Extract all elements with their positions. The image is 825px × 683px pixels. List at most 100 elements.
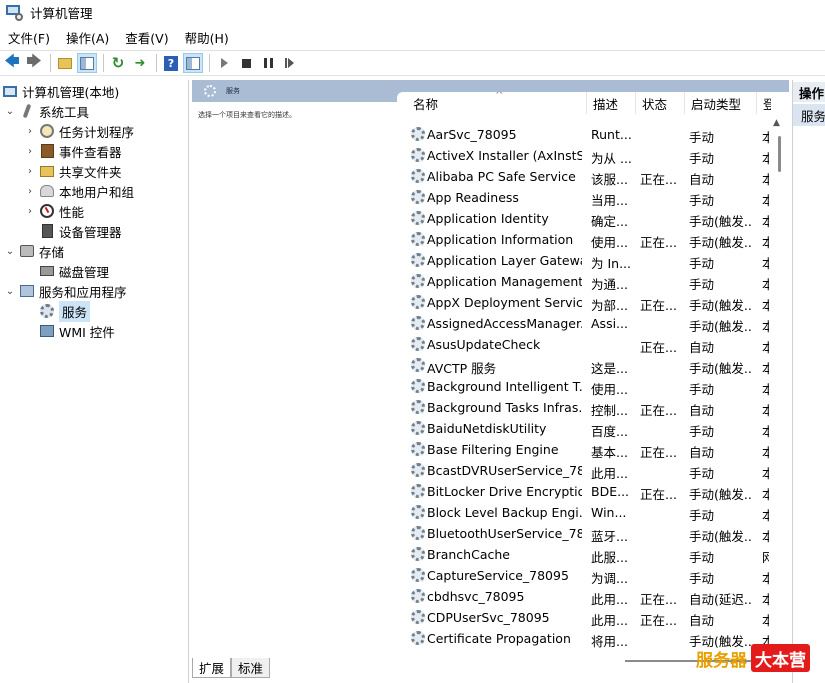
- table-row[interactable]: BluetoothUserService_78... 蓝牙... 手动(触发... 本: [397, 524, 772, 545]
- service-name: BluetoothUserService_78...: [427, 526, 582, 541]
- menu-help[interactable]: 帮助(H): [177, 28, 237, 47]
- service-gear-icon: [411, 463, 425, 477]
- service-name: ActiveX Installer (AxInstSV): [427, 148, 582, 163]
- table-row[interactable]: Application Management 为通... 手动本: [397, 272, 772, 293]
- table-row[interactable]: AssignedAccessManager... Assi... 手动(触发... 本: [397, 314, 772, 335]
- actions-services-item[interactable]: 服务: [793, 104, 825, 126]
- table-row[interactable]: Application Identity 确定... 手动(触发... 本: [397, 209, 772, 230]
- tab-standard[interactable]: 标准: [231, 658, 271, 678]
- scrollbar-thumb[interactable]: [778, 136, 781, 172]
- table-row[interactable]: BitLocker Drive Encryptio... BDE... 正在... 手…: [397, 482, 772, 503]
- tree-item-task-scheduler[interactable]: › 任务计划程序: [24, 121, 134, 141]
- service-startup-type: 手动: [689, 130, 715, 145]
- show-hide-tree-button[interactable]: [77, 53, 97, 73]
- service-gear-icon: [411, 547, 425, 561]
- tree-item-storage[interactable]: ⌄ 存储: [4, 241, 64, 261]
- watermark-text-a: 服务器: [696, 650, 747, 671]
- export-list-button[interactable]: ➜: [130, 53, 150, 73]
- table-row[interactable]: Background Intelligent T... 使用... 手动本: [397, 377, 772, 398]
- menu-file[interactable]: 文件(F): [0, 28, 58, 47]
- back-button[interactable]: 🡄: [2, 52, 22, 73]
- chevron-down-icon[interactable]: ⌄: [4, 246, 16, 257]
- table-row[interactable]: CDPUserSvc_78095 此用... 正在... 自动本: [397, 608, 772, 629]
- service-gear-icon: [411, 631, 425, 645]
- forward-button[interactable]: 🡆: [24, 52, 44, 73]
- table-row[interactable]: App Readiness 当用... 手动本: [397, 188, 772, 209]
- service-name: Block Level Backup Engi...: [427, 505, 582, 520]
- menu-action[interactable]: 操作(A): [58, 28, 117, 47]
- tree-item-computer-management[interactable]: 计算机管理(本地): [2, 81, 119, 101]
- chevron-right-icon[interactable]: ›: [24, 166, 36, 177]
- scroll-up-icon[interactable]: ▲: [773, 118, 780, 128]
- service-startup-type: 手动(触发...: [689, 529, 751, 544]
- table-row[interactable]: ActiveX Installer (AxInstSV) 为从 ... 手动本: [397, 146, 772, 167]
- table-row[interactable]: Application Information 使用... 正在... 手动(触发..…: [397, 230, 772, 251]
- stop-service-button[interactable]: [236, 53, 256, 73]
- up-folder-button[interactable]: [55, 53, 75, 73]
- help-button[interactable]: ?: [161, 53, 181, 73]
- service-description: 这是...: [591, 361, 628, 376]
- table-row[interactable]: AppX Deployment Servic... 为部... 正在... 手动(触发…: [397, 293, 772, 314]
- chevron-down-icon[interactable]: ⌄: [4, 106, 16, 117]
- service-gear-icon: [411, 379, 425, 393]
- chevron-right-icon[interactable]: ›: [24, 146, 36, 157]
- table-row[interactable]: Base Filtering Engine 基本... 正在... 自动本: [397, 440, 772, 461]
- vertical-scrollbar[interactable]: ▲: [769, 114, 789, 662]
- tree-item-system-tools[interactable]: ⌄ 系统工具: [4, 101, 89, 121]
- service-gear-icon: [411, 211, 425, 225]
- table-row[interactable]: Background Tasks Infras... 控制... 正在... 自动本: [397, 398, 772, 419]
- table-row[interactable]: Block Level Backup Engi... Win... 手动本: [397, 503, 772, 524]
- service-name: Certificate Propagation: [427, 631, 571, 646]
- tree-item-wmi-control[interactable]: WMI 控件: [24, 321, 115, 341]
- actions-pane: 操作 服务: [792, 80, 825, 683]
- watermark-logo: 服务器 大本营: [692, 644, 810, 672]
- service-startup-type: 手动(触发...: [689, 298, 751, 313]
- pause-service-button[interactable]: [258, 53, 278, 73]
- table-row[interactable]: AVCTP 服务 这是... 手动(触发... 本: [397, 356, 772, 377]
- table-row[interactable]: cbdhsvc_78095 此用... 正在... 自动(延迟... 本: [397, 587, 772, 608]
- service-description: 使用...: [591, 382, 628, 397]
- column-header-status[interactable]: 状态: [636, 92, 685, 114]
- tab-extended[interactable]: 扩展: [192, 658, 232, 678]
- column-header-logon[interactable]: 登: [757, 92, 771, 114]
- users-icon: [39, 183, 55, 199]
- chevron-right-icon[interactable]: ›: [24, 126, 36, 137]
- table-row[interactable]: BcastDVRUserService_78... 此用... 手动本: [397, 461, 772, 482]
- table-row[interactable]: AarSvc_78095 Runt... 手动本: [397, 125, 772, 146]
- tree-item-shared-folders[interactable]: › 共享文件夹: [24, 161, 122, 181]
- start-service-button[interactable]: [214, 53, 234, 73]
- restart-service-button[interactable]: [280, 53, 300, 73]
- service-gear-icon: [411, 400, 425, 414]
- service-startup-type: 手动: [689, 508, 715, 523]
- table-row[interactable]: Application Layer Gatewa...为 In...手动本: [397, 251, 772, 272]
- service-gear-icon: [411, 169, 425, 183]
- tree-item-services[interactable]: 服务: [24, 300, 91, 322]
- column-header-description[interactable]: 描述: [587, 92, 636, 114]
- table-row[interactable]: Alibaba PC Safe Service 该服... 正在... 自动本: [397, 167, 772, 188]
- table-row[interactable]: AsusUpdateCheck 正在... 自动本: [397, 335, 772, 356]
- service-name: BcastDVRUserService_78...: [427, 463, 582, 478]
- table-row[interactable]: CaptureService_78095 为调... 手动本: [397, 566, 772, 587]
- chevron-right-icon[interactable]: ›: [24, 186, 36, 197]
- table-row[interactable]: BranchCache 此服... 手动网: [397, 545, 772, 566]
- tree-item-event-viewer[interactable]: › 事件查看器: [24, 141, 122, 161]
- chevron-right-icon[interactable]: ›: [24, 206, 36, 217]
- services-apps-icon: [19, 283, 35, 299]
- service-gear-icon: [411, 274, 425, 288]
- tree-item-services-applications[interactable]: ⌄ 服务和应用程序: [4, 281, 127, 301]
- tools-icon: [19, 103, 35, 119]
- chevron-down-icon[interactable]: ⌄: [4, 286, 16, 297]
- tree-item-disk-management[interactable]: 磁盘管理: [24, 261, 109, 281]
- tree-item-local-users-groups[interactable]: › 本地用户和组: [24, 181, 134, 201]
- tree-item-performance[interactable]: › 性能: [24, 201, 84, 221]
- window-title: 计算机管理: [30, 5, 93, 21]
- refresh-button[interactable]: ↻: [108, 53, 128, 73]
- menu-view[interactable]: 查看(V): [117, 28, 176, 47]
- tree-item-device-manager[interactable]: 设备管理器: [24, 221, 122, 241]
- column-header-name[interactable]: 名称 ^: [407, 92, 587, 114]
- properties-panel-button[interactable]: [183, 53, 203, 73]
- start-service-icon: [220, 58, 228, 68]
- column-header-startup-type[interactable]: 启动类型: [685, 92, 757, 114]
- table-row[interactable]: BaiduNetdiskUtility 百度... 手动本: [397, 419, 772, 440]
- service-description: 使用...: [591, 235, 628, 250]
